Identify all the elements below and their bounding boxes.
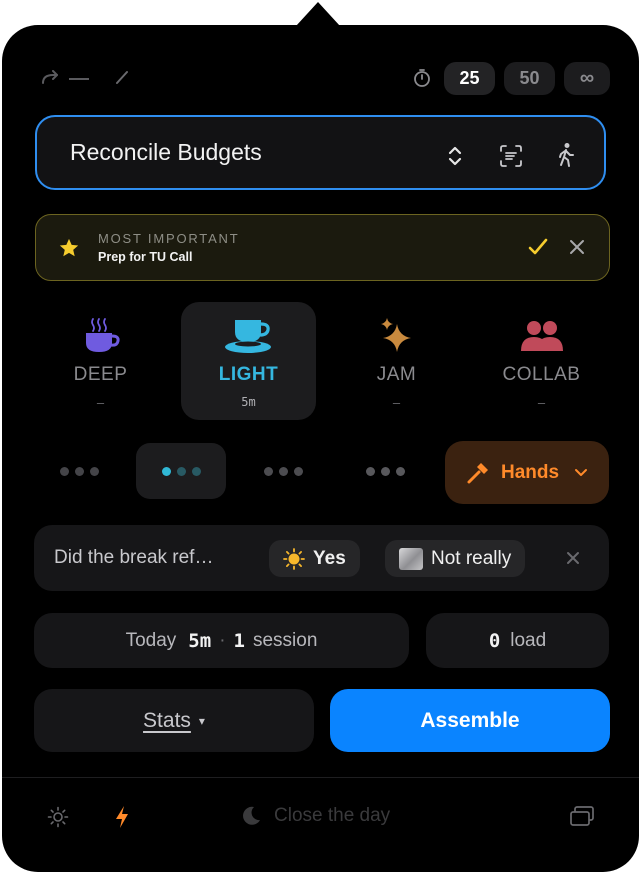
hands-dropdown[interactable]: Hands (445, 441, 609, 504)
stats-label: Stats (143, 708, 191, 732)
energy-dot (365, 466, 375, 476)
load-summary: 0 load (426, 613, 609, 668)
sun-icon (283, 547, 305, 570)
teacup-icon (181, 316, 316, 356)
brightness-icon[interactable] (46, 805, 70, 829)
today-minutes: 5m (188, 629, 212, 652)
mode-light[interactable]: LIGHT 5m (181, 302, 316, 420)
load-value: 0 (488, 629, 501, 652)
footer-divider (2, 777, 639, 778)
stats-button[interactable]: Stats ▾ (34, 689, 314, 752)
energy-dot (74, 466, 84, 476)
mode-deep-sub: – (96, 395, 105, 410)
slash-icon[interactable] (113, 68, 131, 86)
energy-level-4[interactable] (354, 443, 416, 499)
mode-jam-label: JAM (376, 364, 417, 385)
energy-dot (89, 466, 99, 476)
chevron-down-icon (573, 465, 589, 481)
popover-caret (296, 2, 340, 26)
people-icon (474, 316, 609, 356)
today-prefix: Today (125, 629, 177, 651)
energy-dot (395, 466, 405, 476)
not-really-label: Not really (431, 547, 512, 569)
energy-level-3[interactable] (252, 443, 314, 499)
sparkles-icon (329, 316, 464, 356)
mode-jam-sub: – (392, 395, 401, 410)
load-label: load (510, 629, 547, 651)
today-sessions: 1 (233, 629, 245, 652)
mode-collab-sub: – (537, 395, 546, 410)
dash-icon[interactable] (69, 78, 89, 80)
today-summary: Today 5m · 1 session (34, 613, 409, 668)
break-feedback-card: Did the break ref… Yes Not really (34, 525, 609, 591)
energy-level-1[interactable] (48, 443, 110, 499)
checkmark-icon[interactable] (526, 235, 550, 259)
yes-label: Yes (313, 547, 346, 569)
yes-button[interactable]: Yes (269, 540, 360, 577)
scan-text-icon[interactable] (498, 143, 524, 169)
moon-icon (240, 805, 262, 827)
hands-label: Hands (501, 462, 560, 483)
dismiss-icon[interactable] (564, 549, 582, 567)
mode-deep-label: DEEP (73, 364, 128, 385)
mode-jam[interactable]: JAM – (329, 302, 464, 420)
lightning-bolt-icon[interactable] (112, 804, 132, 830)
task-title[interactable]: Reconcile Budgets (70, 139, 262, 166)
walking-person-icon[interactable] (554, 141, 578, 169)
mode-collab-label: COLLAB (502, 364, 581, 385)
today-separator: · (219, 629, 226, 651)
assemble-button[interactable]: Assemble (330, 689, 610, 752)
caret-down-icon: ▾ (198, 713, 205, 728)
duration-50-button[interactable]: 50 (504, 62, 555, 95)
today-sessions-label: session (252, 629, 318, 651)
focus-panel: 25 50 ∞ Reconcile Budgets MOST IMPORTANT… (2, 25, 639, 872)
energy-dot (59, 466, 69, 476)
duration-infinite-button[interactable]: ∞ (564, 62, 610, 95)
break-question-text: Did the break ref… (54, 547, 214, 568)
energy-dot (176, 466, 186, 476)
fog-icon (399, 547, 423, 570)
mode-light-sub: 5m (241, 395, 256, 409)
close-icon[interactable] (566, 236, 588, 258)
close-day-button[interactable]: Close the day (240, 805, 390, 827)
task-input[interactable]: Reconcile Budgets (35, 115, 606, 190)
redirect-arrow-icon[interactable] (40, 67, 62, 89)
mode-collab[interactable]: COLLAB – (474, 302, 609, 420)
energy-dot (293, 466, 303, 476)
duration-25-button[interactable]: 25 (444, 62, 495, 95)
close-day-label: Close the day (274, 805, 391, 826)
windows-icon[interactable] (568, 804, 596, 828)
energy-dot (380, 466, 390, 476)
mode-light-label: LIGHT (218, 364, 279, 385)
star-icon (57, 236, 81, 260)
energy-dot (278, 466, 288, 476)
hot-coffee-icon (33, 316, 168, 356)
hammer-icon (465, 460, 491, 486)
stopwatch-icon[interactable] (411, 67, 433, 89)
most-important-heading: MOST IMPORTANT (98, 231, 240, 246)
energy-dot (263, 466, 273, 476)
mode-deep[interactable]: DEEP – (33, 302, 168, 420)
energy-level-2[interactable] (136, 443, 226, 499)
energy-dot (191, 466, 201, 476)
chevron-up-down-icon[interactable] (445, 144, 465, 168)
energy-dot (161, 466, 171, 476)
not-really-button[interactable]: Not really (385, 540, 526, 577)
most-important-card: MOST IMPORTANT Prep for TU Call (35, 214, 610, 281)
most-important-text[interactable]: Prep for TU Call (98, 250, 192, 264)
